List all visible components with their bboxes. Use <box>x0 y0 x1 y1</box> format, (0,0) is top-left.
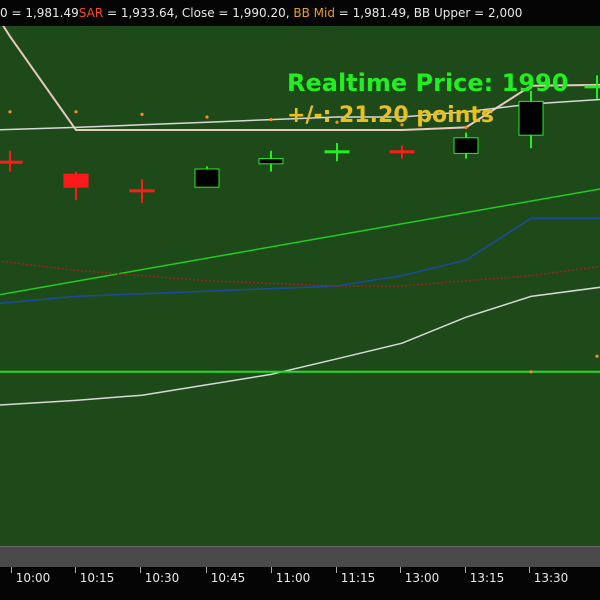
axis-tick <box>11 567 12 573</box>
axis-tick <box>75 567 76 573</box>
axis-tick <box>140 567 141 573</box>
time-label: 10:30 <box>144 571 180 585</box>
blue-line-series <box>0 217 600 305</box>
legend-item: Close = 1,990.20, <box>181 6 294 20</box>
red-dotted-series <box>0 260 600 287</box>
candle-body <box>0 160 23 164</box>
axis-tick <box>400 567 401 573</box>
candle-body <box>453 137 479 154</box>
axis-tick <box>271 567 272 573</box>
indicator-legend: 0 = 1,981.49SAR = 1,933.64, Close = 1,99… <box>0 0 600 27</box>
sar-dot <box>205 115 209 119</box>
time-label: 13:00 <box>404 571 440 585</box>
candle-body <box>584 85 600 89</box>
candle-body <box>63 173 89 188</box>
sar-dot <box>595 354 599 358</box>
candle-body <box>389 150 415 154</box>
sar-dot <box>8 110 12 114</box>
axis-tick <box>206 567 207 573</box>
legend-item: = 1,981.49, BB Upper = 2,000 <box>334 6 523 20</box>
time-label: 11:15 <box>340 571 376 585</box>
sar-dot <box>74 110 78 114</box>
time-label: 10:00 <box>15 571 51 585</box>
candle-body <box>518 100 544 136</box>
axis-tick <box>336 567 337 573</box>
time-label: 13:15 <box>469 571 505 585</box>
sar-dot <box>140 112 144 116</box>
bb-lower-series <box>0 286 600 406</box>
price-change-label: +/-: 21.20 points <box>287 103 494 128</box>
legend-item: SAR <box>78 6 104 20</box>
time-label: 10:45 <box>210 571 246 585</box>
time-label: 13:30 <box>533 571 569 585</box>
legend-item: BB Mid <box>293 6 335 20</box>
chart-scrollbar[interactable] <box>0 546 600 568</box>
axis-tick <box>529 567 530 573</box>
sar-dot <box>529 370 533 374</box>
green-line-series <box>0 188 600 296</box>
axis-tick <box>465 567 466 573</box>
realtime-price-label: Realtime Price: 1990 <box>287 69 569 97</box>
time-label: 10:15 <box>79 571 115 585</box>
time-label: 11:00 <box>275 571 311 585</box>
price-chart-plot[interactable]: Realtime Price: 1990 +/-: 21.20 points <box>0 18 600 546</box>
legend-item: 0 = 1,981.49 <box>0 6 79 20</box>
candle-body <box>129 189 155 193</box>
candle-body <box>258 158 284 165</box>
legend-item: = 1,933.64, <box>103 6 182 20</box>
candle-body <box>194 168 220 188</box>
time-axis: 10:00 10:15 10:30 10:45 11:00 11:15 13:00 13:15… <box>0 567 600 600</box>
sar-dot <box>269 118 273 122</box>
candle-body <box>324 150 350 154</box>
